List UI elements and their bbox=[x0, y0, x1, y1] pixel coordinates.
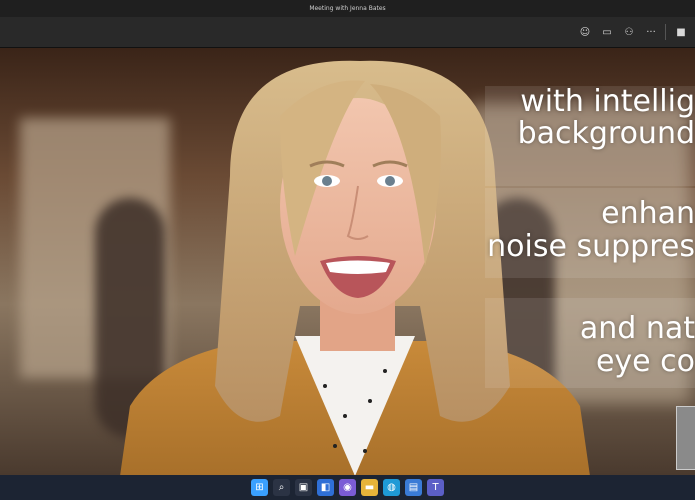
widgets-icon: ◧ bbox=[320, 482, 331, 493]
caption-line-1: with intellig bbox=[520, 84, 695, 119]
chat-button[interactable]: ▭ bbox=[598, 23, 616, 41]
caption-line-5: and nat bbox=[579, 311, 695, 346]
caption-line-6: eye co bbox=[595, 344, 695, 379]
file-explorer-button[interactable]: ▬ bbox=[361, 479, 378, 496]
store-button[interactable]: ▤ bbox=[405, 479, 422, 496]
windows-taskbar: ⊞ ⌕ ▣ ◧ ◉ ▬ ◍ ▤ T bbox=[0, 475, 695, 500]
search-button[interactable]: ⌕ bbox=[273, 479, 290, 496]
file-explorer-icon: ▬ bbox=[364, 482, 375, 493]
teams-icon: T bbox=[432, 482, 439, 493]
start-button[interactable]: ⊞ bbox=[251, 479, 268, 496]
reactions-button[interactable]: ☺ bbox=[576, 23, 594, 41]
window-titlebar: Meeting with Jenna Bates bbox=[0, 0, 695, 17]
store-icon: ▤ bbox=[408, 482, 419, 493]
reactions-icon: ☺ bbox=[579, 26, 591, 38]
caption-line-2: background bbox=[517, 116, 695, 151]
participants-button[interactable]: ⚇ bbox=[620, 23, 638, 41]
edge-icon: ◍ bbox=[387, 482, 396, 493]
more-icon: ··· bbox=[646, 26, 656, 38]
caption-line-3: enhan bbox=[601, 196, 695, 231]
task-view-button[interactable]: ▣ bbox=[295, 479, 312, 496]
start-icon: ⊞ bbox=[255, 482, 264, 493]
self-view-thumbnail[interactable] bbox=[676, 406, 695, 470]
search-icon: ⌕ bbox=[278, 482, 285, 493]
participants-icon: ⚇ bbox=[624, 26, 634, 38]
meeting-toolbar: ☺ ▭ ⚇ ··· ■ bbox=[0, 17, 695, 48]
video-feed: with intellig background enhan noise sup… bbox=[0, 48, 695, 475]
widgets-button[interactable]: ◧ bbox=[317, 479, 334, 496]
camera-icon: ■ bbox=[676, 26, 686, 38]
edge-button[interactable]: ◍ bbox=[383, 479, 400, 496]
chat-app-icon: ◉ bbox=[343, 482, 352, 493]
chat-icon: ▭ bbox=[602, 26, 612, 38]
toolbar-divider bbox=[665, 24, 666, 40]
camera-button[interactable]: ■ bbox=[672, 23, 690, 41]
window-title: Meeting with Jenna Bates bbox=[309, 5, 386, 12]
more-options-button[interactable]: ··· bbox=[642, 23, 660, 41]
caption-line-4: noise suppres bbox=[487, 229, 695, 264]
teams-button[interactable]: T bbox=[427, 479, 444, 496]
chat-app-button[interactable]: ◉ bbox=[339, 479, 356, 496]
task-view-icon: ▣ bbox=[298, 482, 309, 493]
